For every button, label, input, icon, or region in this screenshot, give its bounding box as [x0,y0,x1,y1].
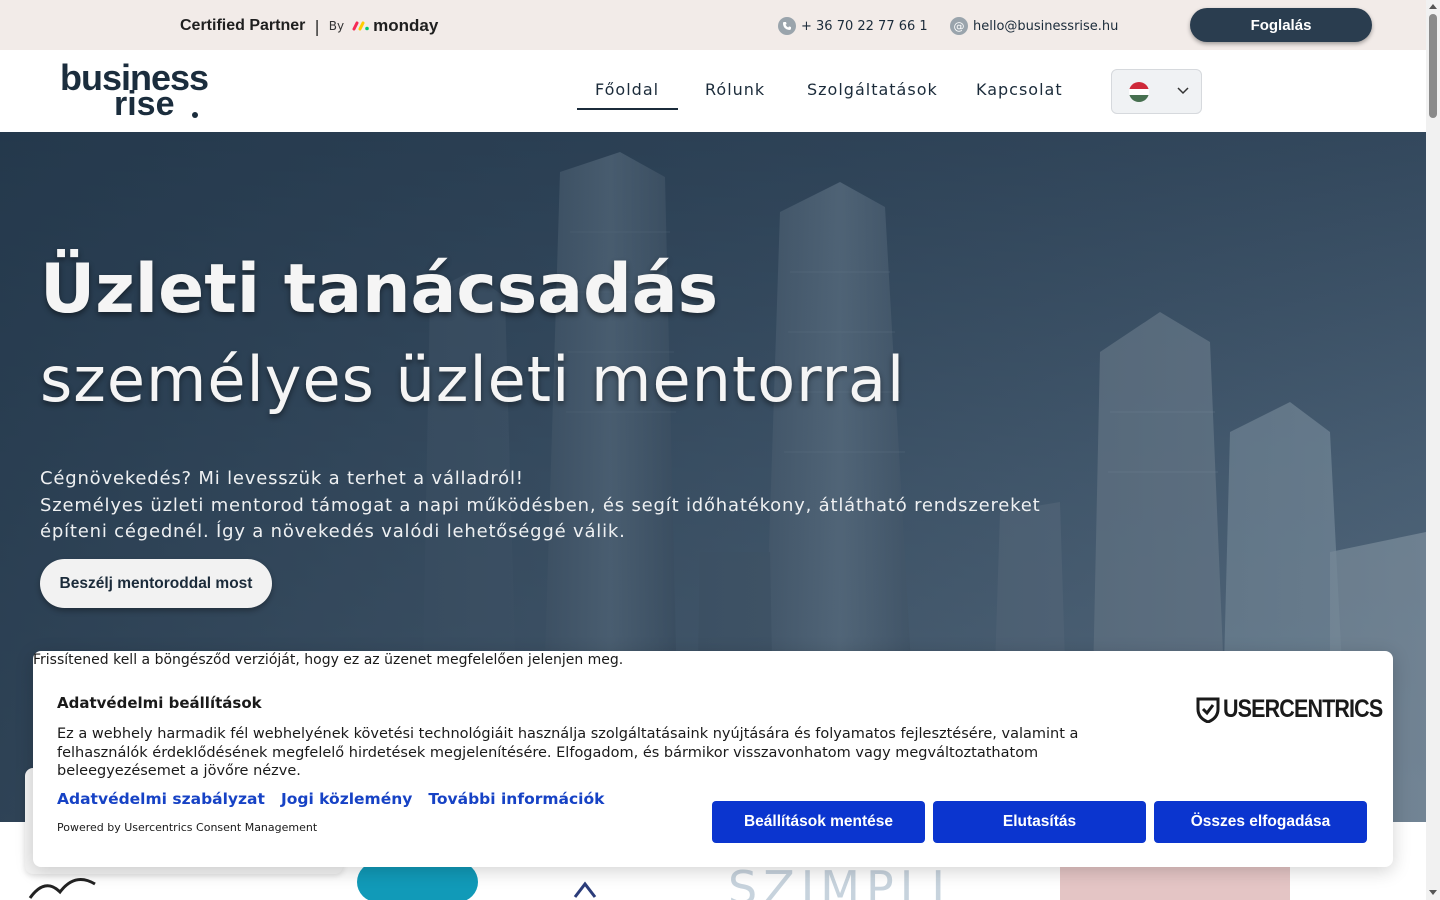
page-scrollbar[interactable] [1426,0,1440,900]
scroll-down-arrow-icon[interactable] [1429,890,1437,895]
hero-paragraph-line: Cégnövekedés? Mi levesszük a terhet a vá… [40,468,524,489]
nav-active-indicator [577,108,678,110]
consent-title: Adatvédelmi beállítások [57,694,262,712]
hero-paragraph-line: Személyes üzleti mentorod támogat a napi… [40,494,1041,516]
certified-partner-label: Certified Partner [180,17,306,34]
email-address: hello@businessrise.hu [973,18,1119,34]
privacy-consent-banner: Adatvédelmi beállítások USERCENTRICS Ez … [33,651,1393,867]
nav-item-contact[interactable]: Kapcsolat [976,80,1063,99]
by-label: By [328,19,345,33]
business-rise-logo[interactable]: business rise [60,58,236,124]
phone-link[interactable]: + 36 70 22 77 66 1 [778,17,928,35]
privacy-policy-link[interactable]: Adatvédelmi szabályzat [57,790,265,808]
scroll-up-arrow-icon[interactable] [1429,4,1437,9]
monday-brand: monday [373,16,439,35]
usercentrics-wordmark: USERCENTRICS [1223,695,1383,723]
consent-description: Ez a webhely harmadik fél webhelyének kö… [57,726,1079,779]
at-icon: @ [950,17,968,35]
chevron-down-icon [1177,87,1189,95]
legal-notice-link[interactable]: Jogi közlemény [281,790,412,808]
powered-by-label: Powered by Usercentrics Consent Manageme… [57,821,318,834]
phone-icon [778,17,796,35]
hungary-flag-icon [1129,82,1149,102]
consent-links: Adatvédelmi szabályzat Jogi közlemény To… [57,790,620,808]
save-settings-button[interactable]: Beállítások mentése [712,801,925,843]
certified-partner-badge[interactable]: Certified Partner | By monday [180,15,438,37]
accept-all-button[interactable]: Összes elfogadása [1154,801,1367,843]
hero-paragraph-line: építeni cégednél. Így a növekedés valódi… [40,521,626,542]
separator: | [314,16,320,36]
language-selector[interactable] [1111,69,1202,114]
booking-button[interactable]: Foglalás [1190,8,1372,42]
scrollbar-thumb[interactable] [1429,14,1437,118]
talk-to-mentor-button[interactable]: Beszélj mentoroddal most [40,559,272,608]
nav-item-home[interactable]: Főoldal [595,80,659,99]
nav-item-services[interactable]: Szolgáltatások [807,80,938,99]
usercentrics-logo: USERCENTRICS [1196,695,1408,724]
hero-paragraph: Cégnövekedés? Mi levesszük a terhet a vá… [40,466,1041,546]
monday-logo-icon [352,21,369,31]
logo-dot [192,112,198,118]
logo-line-2: rise [114,85,175,123]
browser-update-note: Frissítened kell a böngésződ verzióját, … [33,652,624,668]
shield-check-icon [1196,697,1220,723]
deny-button[interactable]: Elutasítás [933,801,1146,843]
phone-number: + 36 70 22 77 66 1 [801,18,928,34]
hero-subtitle: személyes üzleti mentorral [40,343,906,416]
hero-title: Üzleti tanácsadás [40,250,719,329]
top-bar: Certified Partner | By monday + 36 70 22… [0,0,1426,50]
email-link[interactable]: @ hello@businessrise.hu [950,17,1118,35]
nav-item-about[interactable]: Rólunk [705,80,765,99]
more-info-link[interactable]: További információk [428,790,604,808]
